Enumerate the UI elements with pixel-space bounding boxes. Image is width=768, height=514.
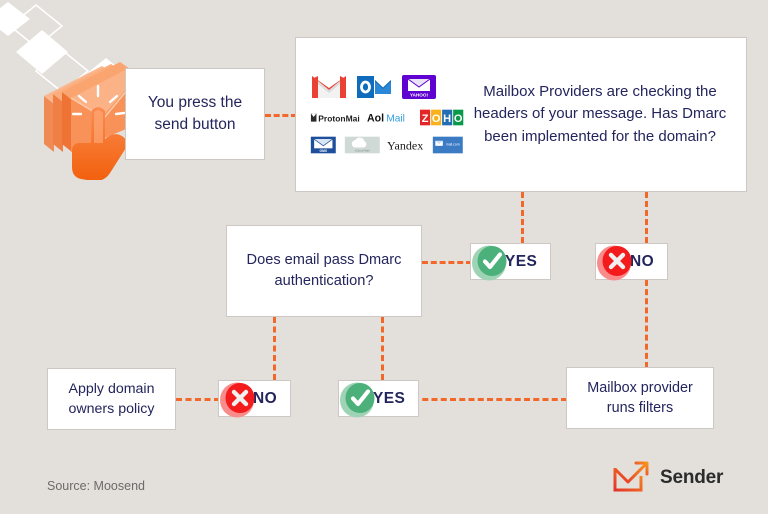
brand-logo: Sender xyxy=(612,461,723,494)
svg-text:Mail: Mail xyxy=(386,114,405,125)
badge-no-dmarc-pass[interactable]: NO xyxy=(218,380,292,417)
provider-logo-grid: YAHOO! ProtonMail Aol Mail Z O H O GMX i… xyxy=(296,67,468,162)
svg-text:O: O xyxy=(454,113,463,125)
source-attribution: Source: Moosend xyxy=(47,479,145,493)
brand-wordmark: Sender xyxy=(660,466,724,488)
svg-text:H: H xyxy=(443,113,451,125)
zoho-icon: Z O H O xyxy=(419,109,464,126)
yahoo-icon: YAHOO! xyxy=(402,75,436,99)
check-circle-icon xyxy=(472,245,507,280)
provider-logo-row-2: ProtonMail Aol Mail Z O H O xyxy=(310,108,464,127)
connector-yes-to-filters xyxy=(413,398,567,401)
connector-dmarc-to-no-bottom xyxy=(273,317,276,380)
connector-main-to-yes xyxy=(521,192,524,243)
connector-dmarc-to-yes xyxy=(422,261,472,264)
node-apply-policy-label: Apply domain owners policy xyxy=(68,380,155,417)
badge-yes-dmarc-pass[interactable]: YES xyxy=(338,380,420,417)
provider-logo-row-1: YAHOO! xyxy=(310,73,464,101)
gmx-icon: GMX xyxy=(310,136,336,154)
svg-text:Yandex: Yandex xyxy=(387,139,423,153)
badge-yes-dmarc-implemented[interactable]: YES xyxy=(470,243,552,280)
connector-main-to-no xyxy=(645,192,648,243)
connector-dmarc-to-yes-bottom xyxy=(381,317,384,380)
node-press-send-button-label: You press the send button xyxy=(147,94,243,133)
node-mailbox-providers-text: Mailbox Providers are checking the heade… xyxy=(473,82,727,145)
svg-text:Z: Z xyxy=(421,113,428,125)
svg-text:mail.com: mail.com xyxy=(446,142,460,146)
node-mailbox-providers-check[interactable]: YAHOO! ProtonMail Aol Mail Z O H O GMX i… xyxy=(295,37,747,192)
cross-circle-icon xyxy=(597,245,632,280)
svg-text:O: O xyxy=(432,113,441,125)
svg-text:Aol: Aol xyxy=(367,113,384,125)
provider-logo-row-3: GMX iCloud Mail Yandex mail.com xyxy=(310,134,464,156)
check-circle-icon xyxy=(340,382,375,417)
mailcom-icon: mail.com xyxy=(433,136,464,154)
badge-no-dmarc-implemented[interactable]: NO xyxy=(595,243,669,280)
node-mailbox-provider-runs-filters[interactable]: Mailbox provider runs filters xyxy=(566,367,714,429)
gmail-icon xyxy=(312,76,346,98)
connector-send-to-main xyxy=(265,114,297,117)
svg-text:ProtonMail: ProtonMail xyxy=(318,113,359,123)
yandex-icon: Yandex xyxy=(387,139,423,153)
node-dmarc-authentication-question[interactable]: Does email pass Dmarc authentication? xyxy=(226,225,422,317)
connector-no-to-filters xyxy=(645,280,648,368)
node-apply-domain-owners-policy[interactable]: Apply domain owners policy xyxy=(47,368,176,430)
node-dmarc-question-label: Does email pass Dmarc authentication? xyxy=(246,252,402,289)
svg-text:YAHOO!: YAHOO! xyxy=(410,93,428,98)
outlook-icon xyxy=(357,76,391,98)
icloud-icon: iCloud Mail xyxy=(344,136,380,154)
node-press-send-button[interactable]: You press the send button xyxy=(125,68,265,160)
svg-text:GMX: GMX xyxy=(320,149,328,153)
svg-text:iCloud Mail: iCloud Mail xyxy=(355,149,370,153)
node-runs-filters-label: Mailbox provider runs filters xyxy=(587,379,693,416)
protonmail-icon: ProtonMail xyxy=(310,113,360,123)
envelope-arrow-icon xyxy=(613,461,649,492)
aol-icon: Aol Mail xyxy=(367,113,405,125)
connector-no-to-apply xyxy=(176,398,220,401)
cross-circle-icon xyxy=(220,382,255,417)
